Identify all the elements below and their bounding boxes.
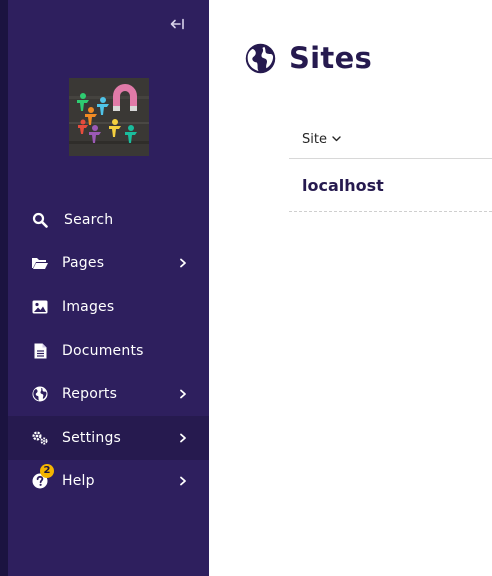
chevron-right-icon: [178, 433, 188, 443]
sidebar-item-label: Images: [62, 298, 115, 315]
notification-badge: 2: [40, 463, 54, 478]
sidebar-item-pages[interactable]: Pages: [8, 242, 209, 286]
cogs-icon: [31, 429, 49, 447]
logo-image: [69, 78, 149, 156]
sidebar-item-label: Reports: [62, 386, 118, 403]
sidebar-item-settings[interactable]: Settings: [8, 415, 209, 460]
sidebar-edge: [0, 0, 8, 576]
sites-table: Site localhost: [289, 120, 492, 212]
sidebar-item-label: Search: [64, 211, 114, 228]
folder-open-icon: [31, 254, 49, 272]
page-title: Sites: [289, 41, 373, 75]
sidebar: Search Pages Images Documents Reports Se…: [8, 0, 209, 576]
collapse-sidebar-button[interactable]: [166, 13, 188, 35]
sidebar-item-documents[interactable]: Documents: [8, 329, 209, 373]
site-link[interactable]: localhost: [302, 176, 384, 195]
sidebar-item-images[interactable]: Images: [8, 285, 209, 329]
image-icon: [31, 298, 49, 316]
main-content: Sites Site localhost: [209, 0, 492, 576]
globe-icon: [31, 385, 49, 403]
chevron-down-icon: [332, 136, 341, 142]
sidebar-item-label: Settings: [62, 429, 122, 446]
sidebar-item-search[interactable]: Search: [8, 198, 209, 242]
column-header-label: Site: [302, 131, 327, 147]
column-header-site[interactable]: Site: [289, 120, 492, 159]
page-header: Sites: [244, 38, 372, 78]
sidebar-item-reports[interactable]: Reports: [8, 372, 209, 416]
chevron-right-icon: [178, 389, 188, 399]
chevron-right-icon: [178, 476, 188, 486]
sidebar-item-label: Help: [62, 473, 95, 490]
chevron-right-icon: [178, 258, 188, 268]
sidebar-item-label: Documents: [62, 342, 144, 359]
site-logo[interactable]: [69, 78, 149, 156]
globe-icon: [244, 42, 276, 74]
document-icon: [31, 342, 49, 360]
sidebar-item-help[interactable]: 2 Help: [8, 460, 209, 504]
sidebar-menu: Search Pages Images Documents Reports Se…: [8, 198, 209, 503]
sidebar-item-label: Pages: [62, 255, 105, 272]
collapse-arrow-icon: [170, 18, 184, 30]
search-icon: [31, 211, 49, 229]
table-row: localhost: [289, 159, 492, 212]
